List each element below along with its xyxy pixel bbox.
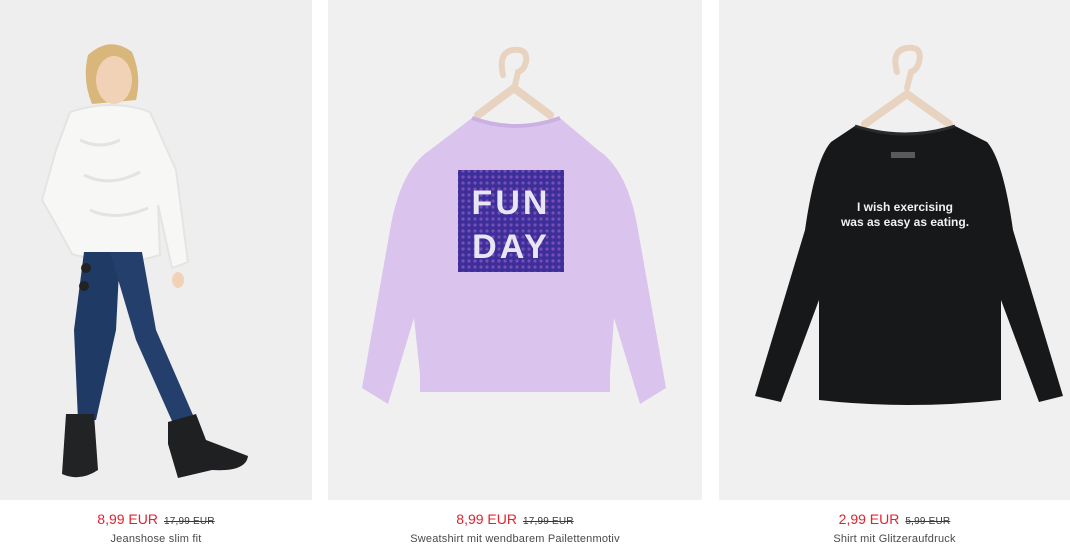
price-row: 2,99 EUR 5,99 EUR <box>719 511 1070 530</box>
print-text-2: was as easy as eating. <box>840 215 969 229</box>
product-image[interactable]: I wish exercising was as easy as eating. <box>719 0 1070 500</box>
sweatshirt-photo: FUN DAY <box>328 0 702 500</box>
original-price: 5,99 EUR <box>905 516 951 527</box>
original-price: 17,99 EUR <box>522 516 574 527</box>
graphic-text-1: FUN <box>472 184 551 222</box>
product-name[interactable]: Sweatshirt mit wendbarem Pailettenmotiv <box>328 532 702 546</box>
product-card[interactable]: 8,99 EUR 17,99 EUR Jeanshose slim fit <box>0 0 312 550</box>
product-image[interactable] <box>0 0 312 500</box>
model-photo <box>0 0 312 500</box>
sale-price: 8,99 EUR <box>97 511 158 527</box>
sale-price: 8,99 EUR <box>456 511 517 527</box>
print-text-1: I wish exercising <box>857 200 953 214</box>
product-image[interactable]: FUN DAY <box>328 0 702 500</box>
price-row: 8,99 EUR 17,99 EUR <box>0 511 312 530</box>
product-card[interactable]: I wish exercising was as easy as eating.… <box>719 0 1070 550</box>
product-card[interactable]: FUN DAY 8,99 EUR 17,99 EUR Sweatshirt mit… <box>328 0 702 550</box>
price-row: 8,99 EUR 17,99 EUR <box>328 511 702 530</box>
graphic-text-2: DAY <box>472 228 550 266</box>
shirt-photo: I wish exercising was as easy as eating. <box>719 0 1070 500</box>
product-name[interactable]: Shirt mit Glitzeraufdruck <box>719 532 1070 546</box>
sale-price: 2,99 EUR <box>838 511 900 527</box>
original-price: 17,99 EUR <box>163 516 215 527</box>
product-name[interactable]: Jeanshose slim fit <box>0 532 312 546</box>
